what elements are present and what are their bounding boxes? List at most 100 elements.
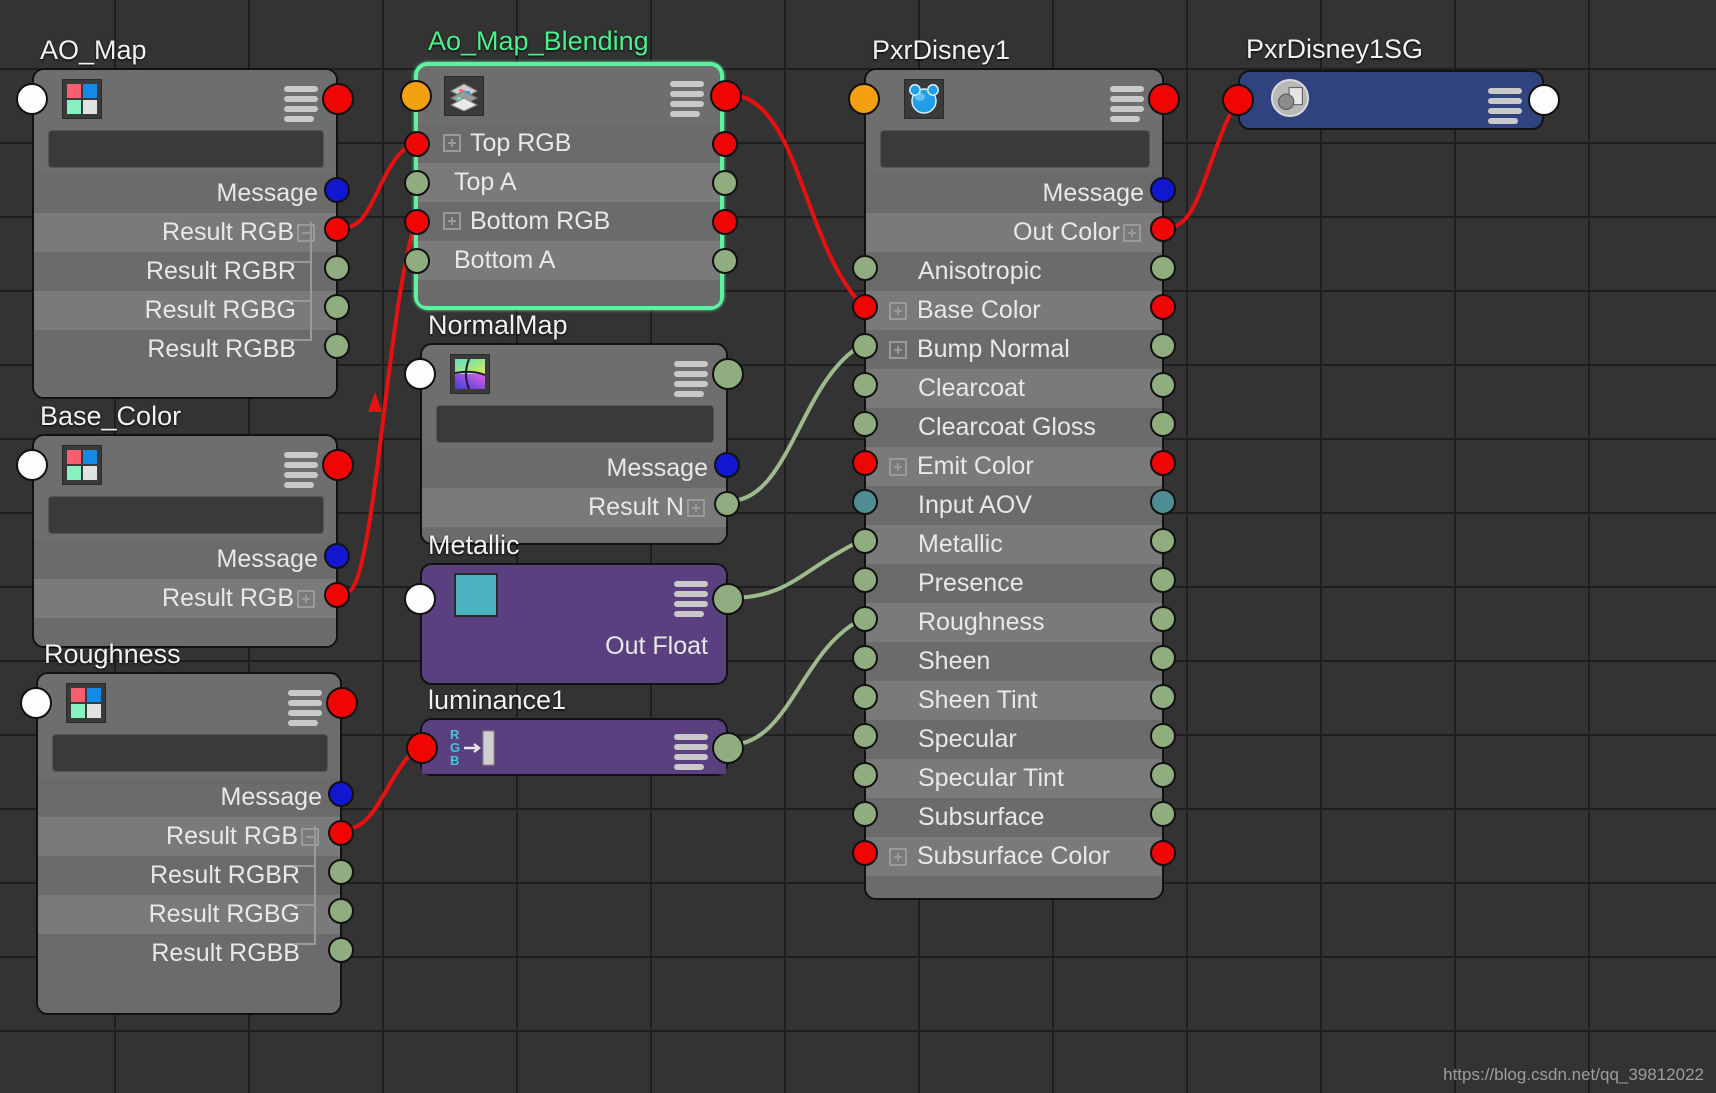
- port-row-anisotropic[interactable]: Anisotropic: [866, 252, 1162, 291]
- port-row-result-rgb[interactable]: Result RGB: [34, 213, 336, 252]
- node-ao-map-blending[interactable]: Ao_Map_Blending Top RGB Top A Bottom RGB…: [400, 26, 742, 310]
- port-row-base-color[interactable]: Base Color: [866, 291, 1162, 330]
- port-bump-normal[interactable]: [852, 333, 878, 359]
- node-header[interactable]: [38, 674, 340, 730]
- node-input-port[interactable]: [16, 449, 48, 481]
- port-bump-normal-out[interactable]: [1150, 333, 1176, 359]
- node-menu-icon[interactable]: [670, 81, 704, 121]
- port-result-rgb[interactable]: [324, 582, 350, 608]
- port-base-color[interactable]: [852, 294, 878, 320]
- node-input-port[interactable]: [16, 83, 48, 115]
- port-top-rgb-out[interactable]: [712, 131, 738, 157]
- node-menu-icon[interactable]: [1110, 86, 1144, 126]
- port-result-rgb[interactable]: [328, 820, 354, 846]
- node-header[interactable]: [34, 436, 336, 492]
- node-output-port[interactable]: [322, 449, 354, 481]
- port-result-rgbb[interactable]: [324, 333, 350, 359]
- expand-icon[interactable]: [889, 458, 907, 477]
- port-sheen[interactable]: [852, 645, 878, 671]
- port-top-a[interactable]: [404, 170, 430, 196]
- node-input-port[interactable]: [406, 732, 438, 764]
- port-metallic[interactable]: [852, 528, 878, 554]
- node-pxrdisney1sg[interactable]: PxrDisney1SG: [1222, 34, 1560, 130]
- port-specular-out[interactable]: [1150, 723, 1176, 749]
- port-row-sheen-tint[interactable]: Sheen Tint: [866, 681, 1162, 720]
- port-result-rgbb[interactable]: [328, 937, 354, 963]
- node-name-field[interactable]: [436, 405, 714, 443]
- collapse-icon[interactable]: [297, 224, 315, 243]
- node-input-port[interactable]: [1222, 84, 1254, 116]
- port-input-aov[interactable]: [852, 489, 878, 515]
- port-message[interactable]: [714, 452, 740, 478]
- port-row-result-rgbb[interactable]: Result RGBB: [38, 934, 340, 973]
- node-metallic[interactable]: Metallic Out Float: [404, 530, 744, 685]
- port-clearcoat-gloss-out[interactable]: [1150, 411, 1176, 437]
- node-name-field[interactable]: [880, 130, 1150, 168]
- node-menu-icon[interactable]: [674, 734, 708, 774]
- node-output-port[interactable]: [710, 80, 742, 112]
- node-normal-map[interactable]: NormalMap Message Result N: [404, 310, 744, 545]
- node-output-port[interactable]: [712, 732, 744, 764]
- port-row-message[interactable]: Message: [422, 449, 726, 488]
- node-luminance1[interactable]: luminance1 R G B: [406, 685, 744, 776]
- port-row-roughness[interactable]: Roughness: [866, 603, 1162, 642]
- port-row-bottom-a[interactable]: Bottom A: [418, 241, 720, 280]
- port-roughness[interactable]: [852, 606, 878, 632]
- port-sheen-tint[interactable]: [852, 684, 878, 710]
- node-output-port[interactable]: [1528, 84, 1560, 116]
- port-anisotropic[interactable]: [852, 255, 878, 281]
- port-row-message[interactable]: Message: [866, 174, 1162, 213]
- expand-icon[interactable]: [1123, 224, 1141, 243]
- port-subsurface[interactable]: [852, 801, 878, 827]
- port-emit-color[interactable]: [852, 450, 878, 476]
- port-result-rgb[interactable]: [324, 216, 350, 242]
- node-name-field[interactable]: [48, 496, 324, 534]
- port-top-a-out[interactable]: [712, 170, 738, 196]
- node-header[interactable]: [866, 70, 1162, 126]
- node-pxrdisney1[interactable]: PxrDisney1 Message Out Color Anisotropic…: [848, 35, 1180, 900]
- expand-icon[interactable]: [297, 590, 315, 609]
- port-row-message[interactable]: Message: [34, 174, 336, 213]
- port-row-result-rgbg[interactable]: Result RGBG: [38, 895, 340, 934]
- port-row-clearcoat-gloss[interactable]: Clearcoat Gloss: [866, 408, 1162, 447]
- port-result-rgbr[interactable]: [324, 255, 350, 281]
- port-row-result-n[interactable]: Result N: [422, 488, 726, 527]
- port-result-rgbg[interactable]: [324, 294, 350, 320]
- collapse-icon[interactable]: [301, 828, 319, 847]
- port-base-color-out[interactable]: [1150, 294, 1176, 320]
- port-sheen-tint-out[interactable]: [1150, 684, 1176, 710]
- port-row-top-a[interactable]: Top A: [418, 163, 720, 202]
- port-result-rgbr[interactable]: [328, 859, 354, 885]
- node-header[interactable]: R G B: [422, 720, 726, 774]
- port-row-subsurface-color[interactable]: Subsurface Color: [866, 837, 1162, 876]
- port-result-rgbg[interactable]: [328, 898, 354, 924]
- port-row-message[interactable]: Message: [34, 540, 336, 579]
- node-menu-icon[interactable]: [1488, 88, 1522, 128]
- node-base-color[interactable]: Base_Color Message Result RGB: [16, 401, 354, 648]
- port-row-result-rgb[interactable]: Result RGB: [38, 817, 340, 856]
- expand-icon[interactable]: [889, 848, 907, 867]
- port-row-result-rgbb[interactable]: Result RGBB: [34, 330, 336, 369]
- node-header[interactable]: [422, 565, 726, 621]
- port-subsurface-color[interactable]: [852, 840, 878, 866]
- node-menu-icon[interactable]: [284, 452, 318, 492]
- node-header[interactable]: [422, 345, 726, 401]
- port-message[interactable]: [324, 543, 350, 569]
- node-output-port[interactable]: [322, 83, 354, 115]
- port-row-result-rgbr[interactable]: Result RGBR: [34, 252, 336, 291]
- port-row-bump-normal[interactable]: Bump Normal: [866, 330, 1162, 369]
- node-roughness[interactable]: Roughness Message Result RGB Result RGBR…: [20, 639, 358, 1015]
- port-clearcoat-out[interactable]: [1150, 372, 1176, 398]
- node-header[interactable]: [1240, 72, 1542, 128]
- node-menu-icon[interactable]: [674, 581, 708, 621]
- port-clearcoat-gloss[interactable]: [852, 411, 878, 437]
- port-row-emit-color[interactable]: Emit Color: [866, 447, 1162, 486]
- port-row-specular-tint[interactable]: Specular Tint: [866, 759, 1162, 798]
- expand-icon[interactable]: [443, 212, 461, 230]
- port-metallic-out[interactable]: [1150, 528, 1176, 554]
- port-row-specular[interactable]: Specular: [866, 720, 1162, 759]
- port-subsurface-color-out[interactable]: [1150, 840, 1176, 866]
- node-menu-icon[interactable]: [674, 361, 708, 401]
- port-row-bottom-rgb[interactable]: Bottom RGB: [418, 202, 720, 241]
- port-bottom-rgb[interactable]: [404, 209, 430, 235]
